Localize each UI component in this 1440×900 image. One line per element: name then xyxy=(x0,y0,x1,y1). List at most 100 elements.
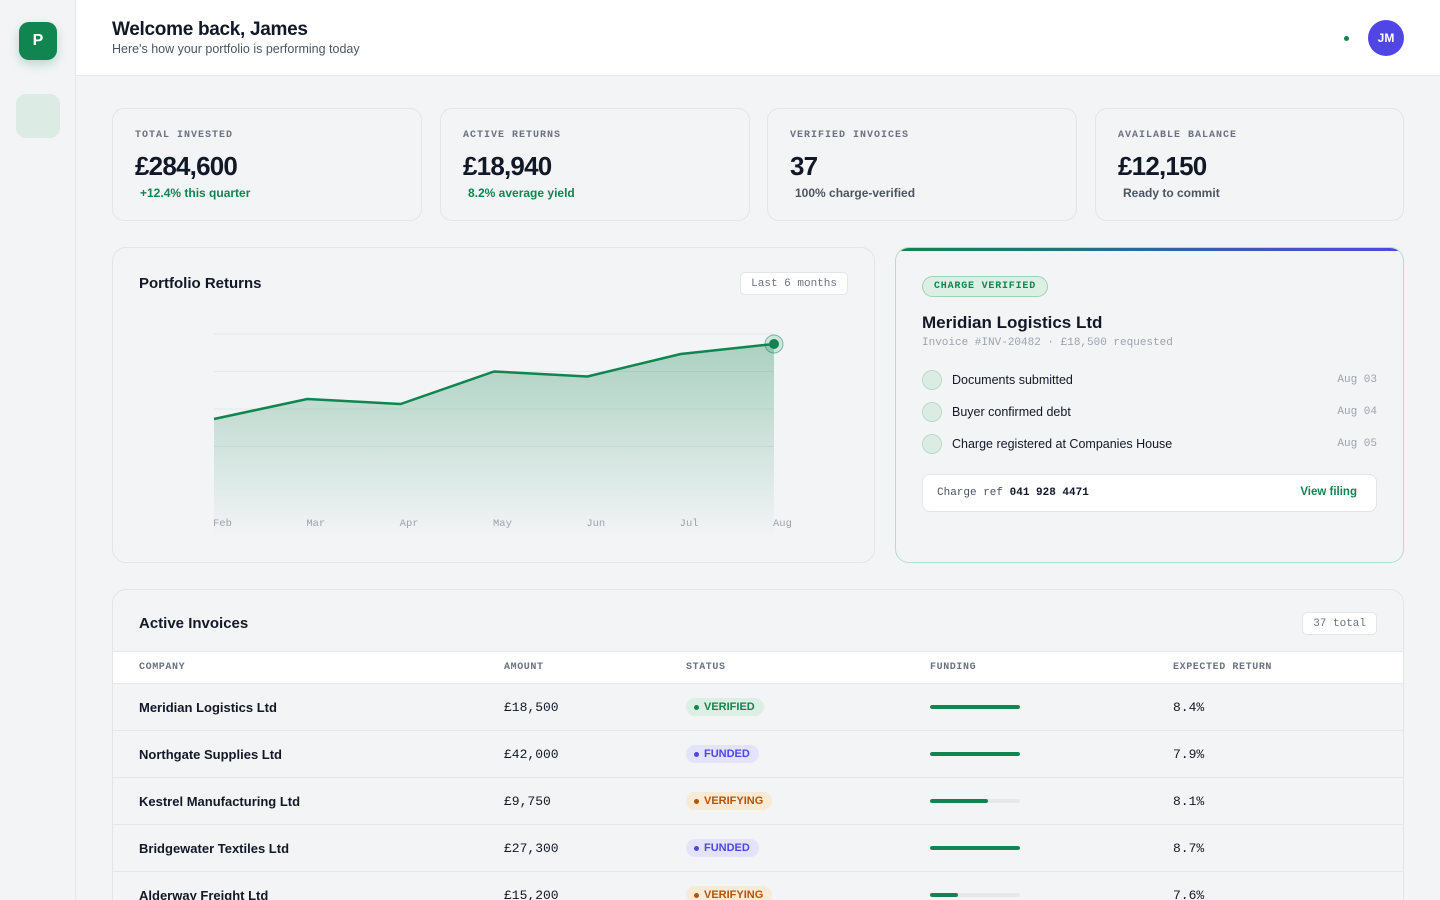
column-header-status[interactable]: STATUS xyxy=(686,662,726,673)
stat-card-total-invested: TOTAL INVESTED £284,600 +12.4% this quar… xyxy=(112,108,422,221)
stat-card-verified-invoices: VERIFIED INVOICES 37 100% charge-verifie… xyxy=(767,108,1077,221)
active-invoices-card: Active Invoices 37 total COMPANY AMOUNT … xyxy=(112,589,1404,900)
column-header-expected-return[interactable]: EXPECTED RETURN xyxy=(1173,662,1272,673)
cell-company: Northgate Supplies Ltd xyxy=(139,747,282,762)
step-date: Aug 05 xyxy=(1337,438,1377,450)
funding-progress-bar xyxy=(930,705,1020,709)
step-label: Documents submitted xyxy=(952,373,1073,387)
stat-card-active-returns: ACTIVE RETURNS £18,940 8.2% average yiel… xyxy=(440,108,750,221)
funding-progress-fill xyxy=(930,846,1020,850)
funding-progress-fill xyxy=(930,799,988,803)
stat-value: £284,600 xyxy=(135,151,238,181)
stat-label: VERIFIED INVOICES xyxy=(790,130,910,141)
stat-label: ACTIVE RETURNS xyxy=(463,130,562,141)
verified-company-name: Meridian Logistics Ltd xyxy=(922,313,1103,332)
stat-note: 8.2% average yield xyxy=(468,186,575,200)
table-header: COMPANY AMOUNT STATUS FUNDING EXPECTED R… xyxy=(113,651,1403,684)
cell-amount: £42,000 xyxy=(504,747,559,762)
charge-verified-badge: CHARGE VERIFIED xyxy=(922,276,1049,297)
chart-x-tick-label: Jul xyxy=(680,518,699,530)
app-logo[interactable]: P xyxy=(19,22,57,60)
status-dot-icon xyxy=(694,798,699,804)
stat-note: 100% charge-verified xyxy=(795,186,916,200)
status-dot-icon xyxy=(694,751,699,757)
status-label: FUNDED xyxy=(704,748,750,760)
table-row[interactable]: Northgate Supplies Ltd £42,000 FUNDED 7.9% xyxy=(113,731,1403,778)
verification-step: Buyer confirmed debt Aug 04 xyxy=(922,402,1377,422)
step-check-icon xyxy=(922,434,942,454)
stat-label: AVAILABLE BALANCE xyxy=(1118,130,1238,141)
invoice-meta: Invoice #INV-20482 · £18,500 requested xyxy=(922,337,1173,349)
status-dot-icon xyxy=(694,845,699,851)
view-filing-link[interactable]: View filing xyxy=(1300,486,1357,498)
status-badge: VERIFYING xyxy=(686,886,773,900)
invoice-count-badge: 37 total xyxy=(1302,612,1377,635)
sidebar: P xyxy=(0,0,76,900)
cell-company: Alderway Freight Ltd xyxy=(139,888,269,900)
cell-expected-return: 8.1% xyxy=(1173,794,1205,809)
cell-expected-return: 8.7% xyxy=(1173,841,1205,856)
status-dot-icon xyxy=(694,704,699,710)
funding-progress-fill xyxy=(930,705,1020,709)
stat-card-available-balance: AVAILABLE BALANCE £12,150 Ready to commi… xyxy=(1095,108,1404,221)
cell-expected-return: 7.6% xyxy=(1173,888,1205,900)
charge-reference-box: Charge ref 041 928 4471 View filing xyxy=(922,474,1377,512)
stat-note: Ready to commit xyxy=(1123,186,1220,200)
status-label: VERIFIED xyxy=(704,701,755,713)
cell-expected-return: 7.9% xyxy=(1173,747,1205,762)
chart-highlight-point xyxy=(769,339,779,349)
chart-x-tick-label: May xyxy=(493,518,512,530)
cell-company: Meridian Logistics Ltd xyxy=(139,700,277,715)
status-label: VERIFYING xyxy=(704,889,764,900)
table-title: Active Invoices xyxy=(139,615,249,632)
status-badge: FUNDED xyxy=(686,745,759,763)
cell-expected-return: 8.4% xyxy=(1173,700,1205,715)
chart-x-tick-label: Mar xyxy=(306,518,325,530)
stat-value: 37 xyxy=(790,151,818,181)
column-header-company[interactable]: COMPANY xyxy=(139,662,185,673)
stat-label: TOTAL INVESTED xyxy=(135,130,234,141)
table-row[interactable]: Meridian Logistics Ltd £18,500 VERIFIED 8.4… xyxy=(113,684,1403,731)
status-badge: VERIFIED xyxy=(686,698,764,716)
page-subtitle: Here's how your portfolio is performing … xyxy=(112,42,360,56)
top-header: Welcome back, James Here's how your port… xyxy=(76,0,1440,76)
cell-company: Kestrel Manufacturing Ltd xyxy=(139,794,301,809)
funding-progress-bar xyxy=(930,846,1020,850)
step-date: Aug 04 xyxy=(1337,406,1377,418)
status-label: VERIFYING xyxy=(704,795,764,807)
step-check-icon xyxy=(922,370,942,390)
chart-area-fill xyxy=(214,344,774,538)
sidebar-nav-item[interactable] xyxy=(16,94,60,138)
status-badge: FUNDED xyxy=(686,839,759,857)
chart-x-tick-label: Feb xyxy=(213,518,232,530)
online-status-indicator xyxy=(1344,36,1349,41)
funding-progress-fill xyxy=(930,893,958,897)
user-avatar[interactable]: JM xyxy=(1368,20,1404,56)
funding-progress-fill xyxy=(930,752,1020,756)
funding-progress-bar xyxy=(930,893,1020,897)
step-check-icon xyxy=(922,402,942,422)
charge-ref-value: 041 928 4471 xyxy=(1009,487,1089,499)
charge-ref: Charge ref 041 928 4471 xyxy=(937,487,1089,499)
cell-company: Bridgewater Textiles Ltd xyxy=(139,841,290,856)
stat-value: £18,940 xyxy=(463,151,552,181)
chart-x-tick-label: Apr xyxy=(400,518,419,530)
verification-step: Documents submitted Aug 03 xyxy=(922,370,1377,390)
column-header-funding[interactable]: FUNDING xyxy=(930,662,976,673)
page-title: Welcome back, James xyxy=(112,19,308,40)
portfolio-returns-card: Portfolio Returns Last 6 months Feb Mar Ap… xyxy=(112,247,875,563)
step-label: Charge registered at Companies House xyxy=(952,437,1173,451)
column-header-amount[interactable]: AMOUNT xyxy=(504,662,544,673)
verification-step: Charge registered at Companies House Aug… xyxy=(922,434,1377,454)
stat-value: £12,150 xyxy=(1118,151,1207,181)
status-label: FUNDED xyxy=(704,842,750,854)
funding-progress-bar xyxy=(930,799,1020,803)
table-row[interactable]: Bridgewater Textiles Ltd £27,300 FUNDED 8.7… xyxy=(113,825,1403,872)
charge-verification-card: CHARGE VERIFIED Meridian Logistics Ltd I… xyxy=(895,247,1404,563)
step-date: Aug 03 xyxy=(1337,374,1377,386)
cell-amount: £18,500 xyxy=(504,700,559,715)
status-badge: VERIFYING xyxy=(686,792,773,810)
funding-progress-bar xyxy=(930,752,1020,756)
table-row[interactable]: Kestrel Manufacturing Ltd £9,750 VERIFYING… xyxy=(113,778,1403,825)
table-row[interactable]: Alderway Freight Ltd £15,200 VERIFYING 7.6% xyxy=(113,872,1403,900)
